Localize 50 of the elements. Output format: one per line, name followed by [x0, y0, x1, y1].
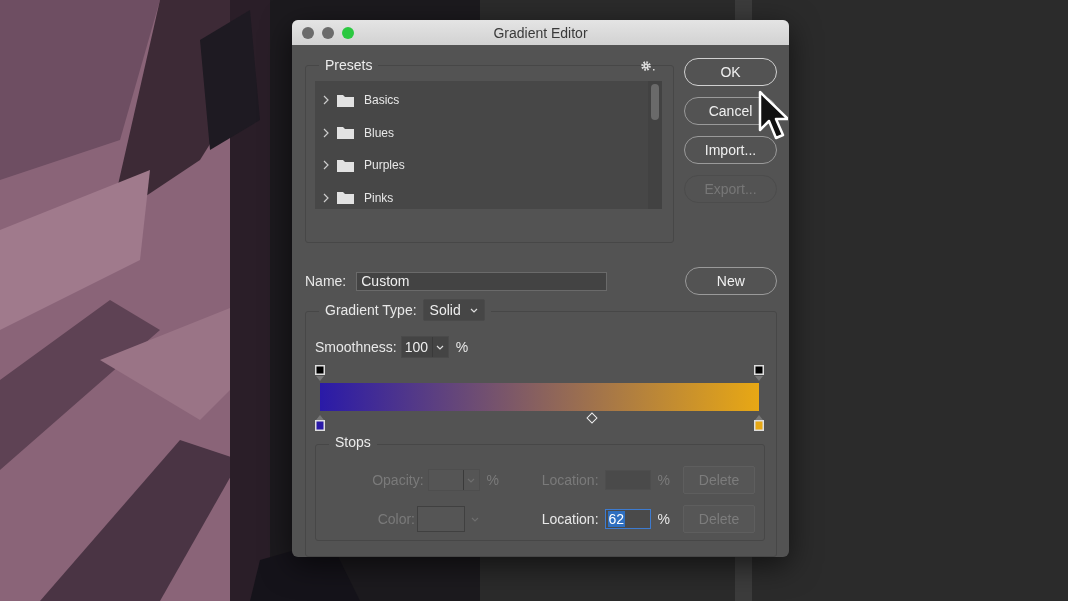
chevron-right-icon[interactable]: [323, 95, 329, 106]
name-field[interactable]: Custom: [356, 271, 607, 291]
chevron-down-icon: [436, 344, 445, 350]
chevron-right-icon[interactable]: [323, 160, 329, 171]
location-label: Location:: [541, 511, 599, 527]
gradient-bar[interactable]: [320, 383, 759, 411]
presets-title: Presets: [319, 57, 379, 73]
folder-icon: [337, 191, 354, 205]
opacity-stop-icon[interactable]: [314, 364, 326, 382]
new-button[interactable]: New: [684, 267, 777, 295]
preset-folder[interactable]: Blues: [315, 116, 648, 149]
folder-icon: [337, 158, 354, 172]
smoothness-input[interactable]: 100: [401, 337, 432, 357]
folder-label: Purples: [364, 158, 405, 173]
window-control-button[interactable]: [302, 26, 314, 39]
color-stop-icon[interactable]: [314, 414, 326, 432]
smoothness-label: Smoothness:: [315, 339, 397, 355]
scrollbar-thumb[interactable]: [651, 84, 659, 120]
location-field[interactable]: 62: [604, 509, 651, 529]
percent-sign: %: [657, 511, 670, 527]
preset-folder[interactable]: Pinks: [315, 181, 648, 214]
folder-label: Blues: [364, 125, 395, 140]
percent-sign: %: [455, 339, 469, 355]
chevron-right-icon[interactable]: [323, 127, 329, 138]
color-stop-icon[interactable]: [753, 414, 765, 432]
folder-label: Pinks: [364, 190, 394, 205]
midpoint-marker[interactable]: [586, 412, 598, 424]
chevron-down-icon: [469, 307, 478, 313]
window-title: Gradient Editor: [493, 24, 588, 41]
stops-title: Stops: [329, 434, 377, 450]
folder-label: Basics: [364, 93, 400, 108]
cursor-icon: [758, 90, 788, 142]
percent-sign: %: [657, 472, 670, 488]
gradient-type-label: Gradient Type:: [325, 302, 417, 318]
chevron-down-icon: [467, 477, 476, 483]
gear-icon[interactable]: [640, 60, 656, 72]
opacity-stop-icon[interactable]: [753, 364, 765, 382]
name-label: Name:: [305, 273, 347, 289]
preset-folder[interactable]: Purples: [315, 149, 648, 182]
folder-icon: [337, 93, 354, 107]
chevron-right-icon[interactable]: [323, 192, 329, 203]
dialog-button[interactable]: OK: [684, 58, 777, 86]
chevron-down-icon: [471, 516, 479, 522]
smoothness-combo[interactable]: 100: [400, 336, 449, 358]
preset-folder[interactable]: Basics: [315, 84, 648, 117]
window-control-button[interactable]: [322, 26, 334, 39]
folder-icon: [337, 126, 354, 140]
gradient-type-dropdown[interactable]: Solid: [422, 299, 485, 321]
percent-sign: %: [486, 472, 499, 488]
dialog-button[interactable]: Import...: [684, 136, 777, 164]
